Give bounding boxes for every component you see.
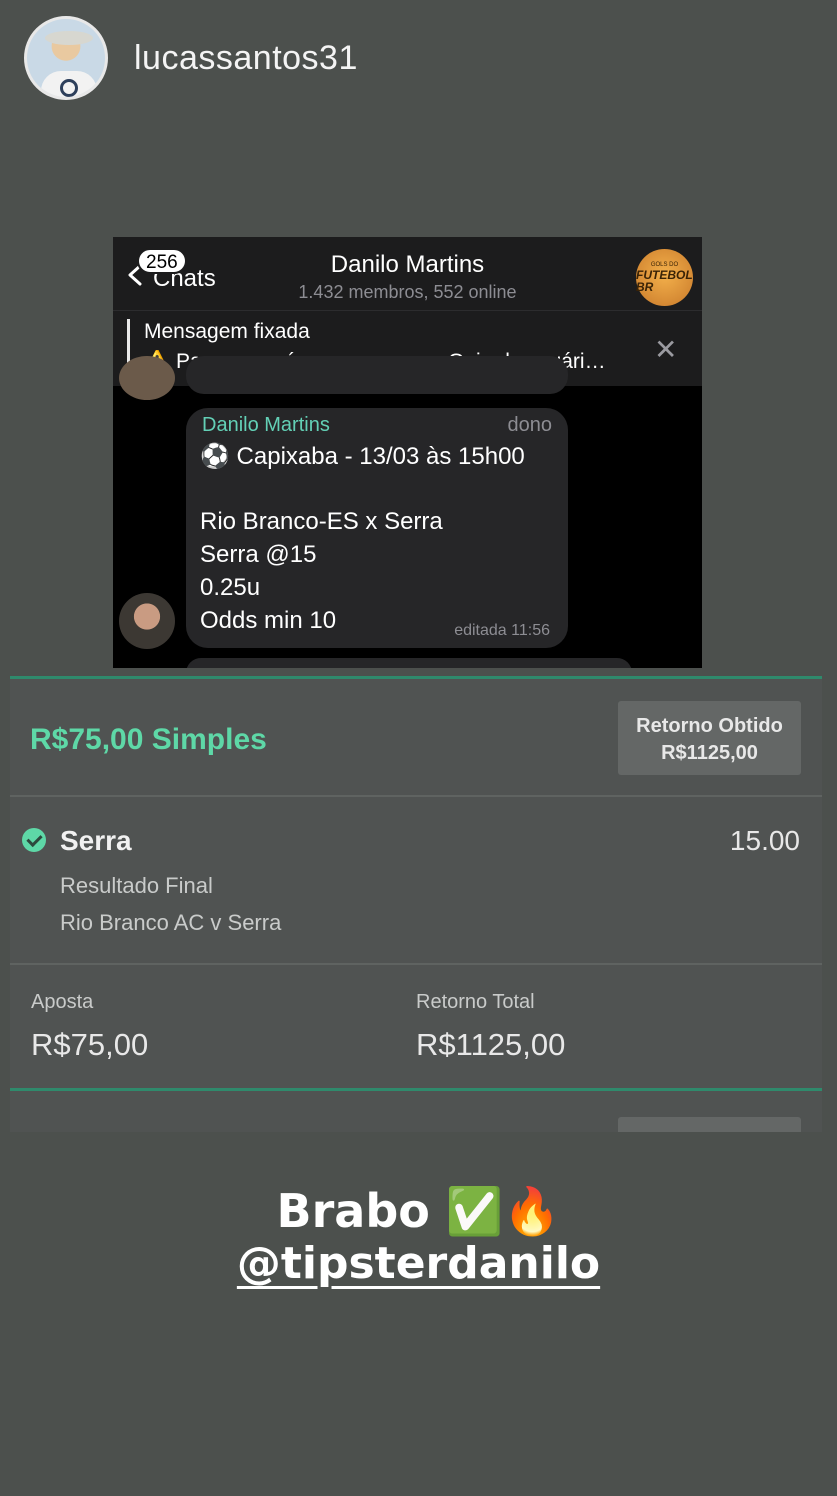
message-sender[interactable]: Danilo Martins	[202, 414, 330, 437]
story-caption: Brabo ✅🔥	[276, 1184, 561, 1238]
message-line: Rio Branco-ES x Serra	[200, 508, 443, 535]
avatar-wheel-icon	[60, 79, 78, 97]
next-return-button	[618, 1117, 801, 1132]
message-line: Serra @15	[200, 541, 317, 568]
chat-title[interactable]: Danilo Martins	[113, 251, 702, 279]
mention-sticker[interactable]: @tipsterdanilo	[0, 1238, 837, 1289]
sender-avatar[interactable]	[119, 593, 175, 649]
selection-market: Resultado Final	[60, 873, 213, 898]
stake-value: R$75,00	[31, 1027, 149, 1062]
total-return-value: R$1125,00	[416, 1027, 566, 1062]
previous-message-bubble	[186, 356, 568, 394]
close-icon[interactable]: ✕	[654, 333, 677, 366]
group-avatar[interactable]: GOLS DO FUTEBOL BR	[636, 249, 693, 306]
stake-label: Aposta	[31, 991, 94, 1013]
bet-totals: Aposta R$75,00 Retorno Total R$1125,00	[10, 965, 822, 1091]
pinned-title: Mensagem fixada	[144, 320, 310, 343]
return-button-label: Retorno Obtido	[636, 715, 783, 737]
bet-stake-title: R$75,00 Simples	[30, 723, 267, 756]
chat-subtitle: 1.432 membros, 552 online	[298, 282, 517, 302]
chat-area: Danilo Martins dono ⚽ Capixaba - 13/03 à…	[113, 356, 702, 668]
story-header: lucassantos31	[24, 16, 358, 100]
mention-text[interactable]: @tipsterdanilo	[237, 1238, 600, 1289]
selection-event: Rio Branco AC v Serra	[60, 910, 282, 935]
bet-selection: Serra 15.00 Resultado Final Rio Branco A…	[10, 797, 822, 965]
selection-odds: 15.00	[729, 825, 800, 856]
telegram-screenshot: Chats 256 Danilo Martins 1.432 membros, …	[113, 237, 702, 668]
message-line: ⚽ Capixaba - 13/03 às 15h00	[200, 443, 525, 470]
return-obtained-button[interactable]: Retorno Obtido R$1125,00	[618, 701, 801, 775]
selection-name: Serra	[60, 825, 132, 856]
instagram-story: lucassantos31 Chats 256 Danilo Martins 1…	[0, 0, 837, 1496]
message-line: 0.25u	[200, 574, 261, 601]
message-line: Odds min 10	[200, 607, 337, 634]
bet-header: R$75,00 Simples Retorno Obtido R$1125,00	[10, 679, 822, 797]
user-avatar[interactable]	[24, 16, 108, 100]
next-message-bubble	[186, 658, 632, 668]
return-button-value: R$1125,00	[661, 742, 758, 764]
message-edited-time: editada 11:56	[454, 622, 550, 639]
message-role: dono	[507, 414, 553, 436]
check-circle-icon	[22, 828, 46, 852]
total-return-label: Retorno Total	[416, 991, 535, 1013]
story-username[interactable]: lucassantos31	[134, 39, 358, 78]
telegram-header: Chats 256 Danilo Martins 1.432 membros, …	[113, 237, 702, 310]
previous-sender-avatar	[119, 356, 175, 400]
message-bubble[interactable]: Danilo Martins dono ⚽ Capixaba - 13/03 à…	[186, 408, 568, 648]
group-avatar-main-text: FUTEBOL BR	[636, 268, 693, 294]
bet-card: R$75,00 Simples Retorno Obtido R$1125,00…	[10, 676, 822, 1132]
avatar-hat	[45, 31, 93, 45]
